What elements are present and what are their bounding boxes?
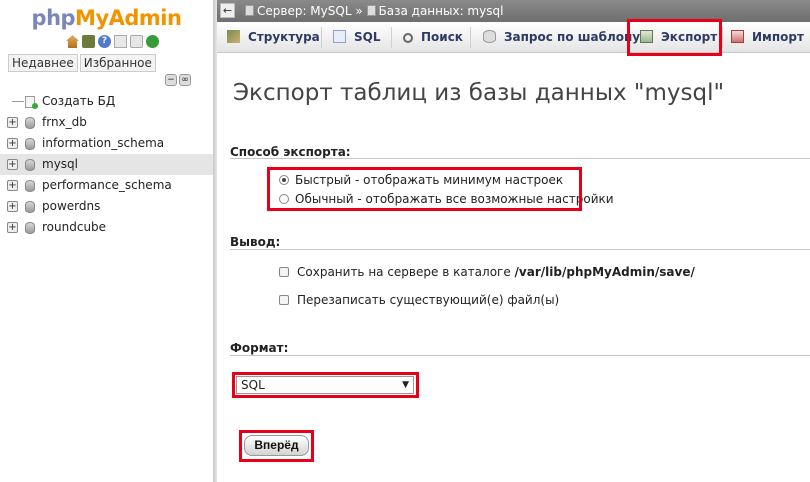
breadcrumb-database[interactable]: База данных: mysql bbox=[379, 4, 504, 18]
database-icon bbox=[25, 201, 35, 213]
tree-item-label: roundcube bbox=[42, 220, 107, 234]
tab-favorites[interactable]: Избранное bbox=[79, 54, 156, 72]
save-on-server-checkbox[interactable] bbox=[279, 267, 289, 277]
main-panel: ← Сервер: MySQL » База данных: mysql Стр… bbox=[217, 0, 810, 482]
structure-icon bbox=[227, 30, 240, 43]
tree-item-label: frnx_db bbox=[42, 115, 87, 129]
expand-icon[interactable]: + bbox=[7, 159, 18, 170]
help-icon[interactable]: ? bbox=[98, 35, 111, 48]
tab-import[interactable]: Импорт bbox=[731, 22, 804, 52]
logo-my: My bbox=[75, 6, 109, 30]
breadcrumb-server[interactable]: Сервер: MySQL bbox=[257, 4, 352, 18]
overwrite-label[interactable]: Перезаписать существующий(е) файл(ы) bbox=[297, 291, 559, 309]
navigation-panel: phpMyAdmin ? Недавнее Избранное − ∞ Созд… bbox=[0, 0, 213, 482]
page-title: Экспорт таблиц из базы данных "mysql" bbox=[233, 80, 725, 106]
database-icon bbox=[25, 180, 35, 192]
divider bbox=[230, 158, 810, 159]
tree-item-create-db[interactable]: Создать БД bbox=[0, 91, 213, 112]
tree-item-label: powerdns bbox=[42, 199, 101, 213]
overwrite-checkbox[interactable] bbox=[279, 295, 289, 305]
tree-item-frnx-db[interactable]: + frnx_db bbox=[0, 112, 213, 133]
database-icon bbox=[25, 159, 35, 171]
expand-icon[interactable]: + bbox=[7, 117, 18, 128]
output-heading: Вывод: bbox=[230, 235, 281, 249]
tree-controls: − ∞ bbox=[165, 74, 191, 86]
format-highlight bbox=[232, 372, 419, 398]
tab-label: Поиск bbox=[421, 30, 463, 44]
database-tree: Создать БД + frnx_db + information_schem… bbox=[0, 91, 213, 238]
save-on-server-text: Сохранить на сервере в каталоге bbox=[297, 265, 515, 279]
database-icon bbox=[25, 117, 35, 129]
divider bbox=[230, 249, 810, 250]
docs-icon[interactable] bbox=[114, 35, 127, 48]
save-on-server-label[interactable]: Сохранить на сервере в каталоге /var/lib… bbox=[297, 263, 695, 281]
logo-admin: Admin bbox=[108, 6, 182, 30]
query-icon bbox=[483, 30, 496, 43]
tree-item-label: performance_schema bbox=[42, 178, 172, 192]
tree-item-label: information_schema bbox=[42, 136, 165, 150]
tree-item-powerdns[interactable]: + powerdns bbox=[0, 196, 213, 217]
new-db-icon bbox=[25, 96, 38, 109]
format-heading: Формат: bbox=[230, 341, 289, 355]
expand-icon[interactable]: + bbox=[7, 222, 18, 233]
go-button-highlight bbox=[239, 430, 314, 462]
recent-favorites-tabs: Недавнее Избранное bbox=[8, 54, 156, 72]
search-icon bbox=[403, 33, 413, 43]
save-path: /var/lib/phpMyAdmin/save/ bbox=[514, 265, 695, 279]
tab-sql[interactable]: SQL bbox=[333, 22, 381, 52]
server-icon bbox=[245, 5, 254, 16]
export-method-highlight bbox=[267, 167, 582, 211]
home-icon[interactable] bbox=[66, 35, 79, 48]
reload-icon[interactable] bbox=[146, 35, 159, 48]
exit-icon[interactable] bbox=[82, 35, 95, 48]
database-icon bbox=[366, 5, 376, 16]
settings-icon[interactable] bbox=[130, 35, 143, 48]
tab-structure[interactable]: Структура bbox=[227, 22, 320, 52]
breadcrumb-path: Сервер: MySQL » База данных: mysql bbox=[245, 0, 503, 22]
tree-item-label: Создать БД bbox=[42, 94, 116, 108]
sql-icon bbox=[333, 30, 346, 43]
tree-item-mysql[interactable]: + mysql bbox=[0, 154, 213, 175]
tree-item-performance-schema[interactable]: + performance_schema bbox=[0, 175, 213, 196]
database-icon bbox=[25, 138, 35, 150]
tab-label: Импорт bbox=[752, 30, 804, 44]
back-arrow-icon[interactable]: ← bbox=[220, 3, 235, 18]
divider bbox=[230, 355, 810, 356]
export-method-heading: Способ экспорта: bbox=[230, 145, 351, 159]
quick-icons: ? bbox=[66, 35, 159, 48]
phpmyadmin-window: phpMyAdmin ? Недавнее Избранное − ∞ Созд… bbox=[0, 0, 810, 482]
link-icon[interactable]: ∞ bbox=[179, 74, 191, 86]
phpmyadmin-logo[interactable]: phpMyAdmin bbox=[0, 6, 213, 30]
tree-item-label: mysql bbox=[42, 157, 78, 171]
tab-recent[interactable]: Недавнее bbox=[8, 54, 78, 72]
database-icon bbox=[25, 222, 35, 234]
tab-query[interactable]: Запрос по шаблону bbox=[483, 22, 640, 52]
tab-label: Запрос по шаблону bbox=[504, 30, 641, 44]
expand-icon[interactable]: + bbox=[7, 138, 18, 149]
expand-icon[interactable]: + bbox=[7, 180, 18, 191]
breadcrumb-separator: » bbox=[355, 4, 363, 18]
tab-label: Структура bbox=[248, 30, 320, 44]
logo-php: php bbox=[31, 6, 76, 30]
tree-item-information-schema[interactable]: + information_schema bbox=[0, 133, 213, 154]
tree-item-roundcube[interactable]: + roundcube bbox=[0, 217, 213, 238]
tab-search[interactable]: Поиск bbox=[403, 22, 463, 52]
import-icon bbox=[731, 30, 744, 43]
collapse-all-icon[interactable]: − bbox=[165, 74, 177, 86]
tab-label: SQL bbox=[354, 30, 381, 44]
export-tab-highlight bbox=[627, 19, 722, 56]
expand-icon[interactable]: + bbox=[7, 201, 18, 212]
